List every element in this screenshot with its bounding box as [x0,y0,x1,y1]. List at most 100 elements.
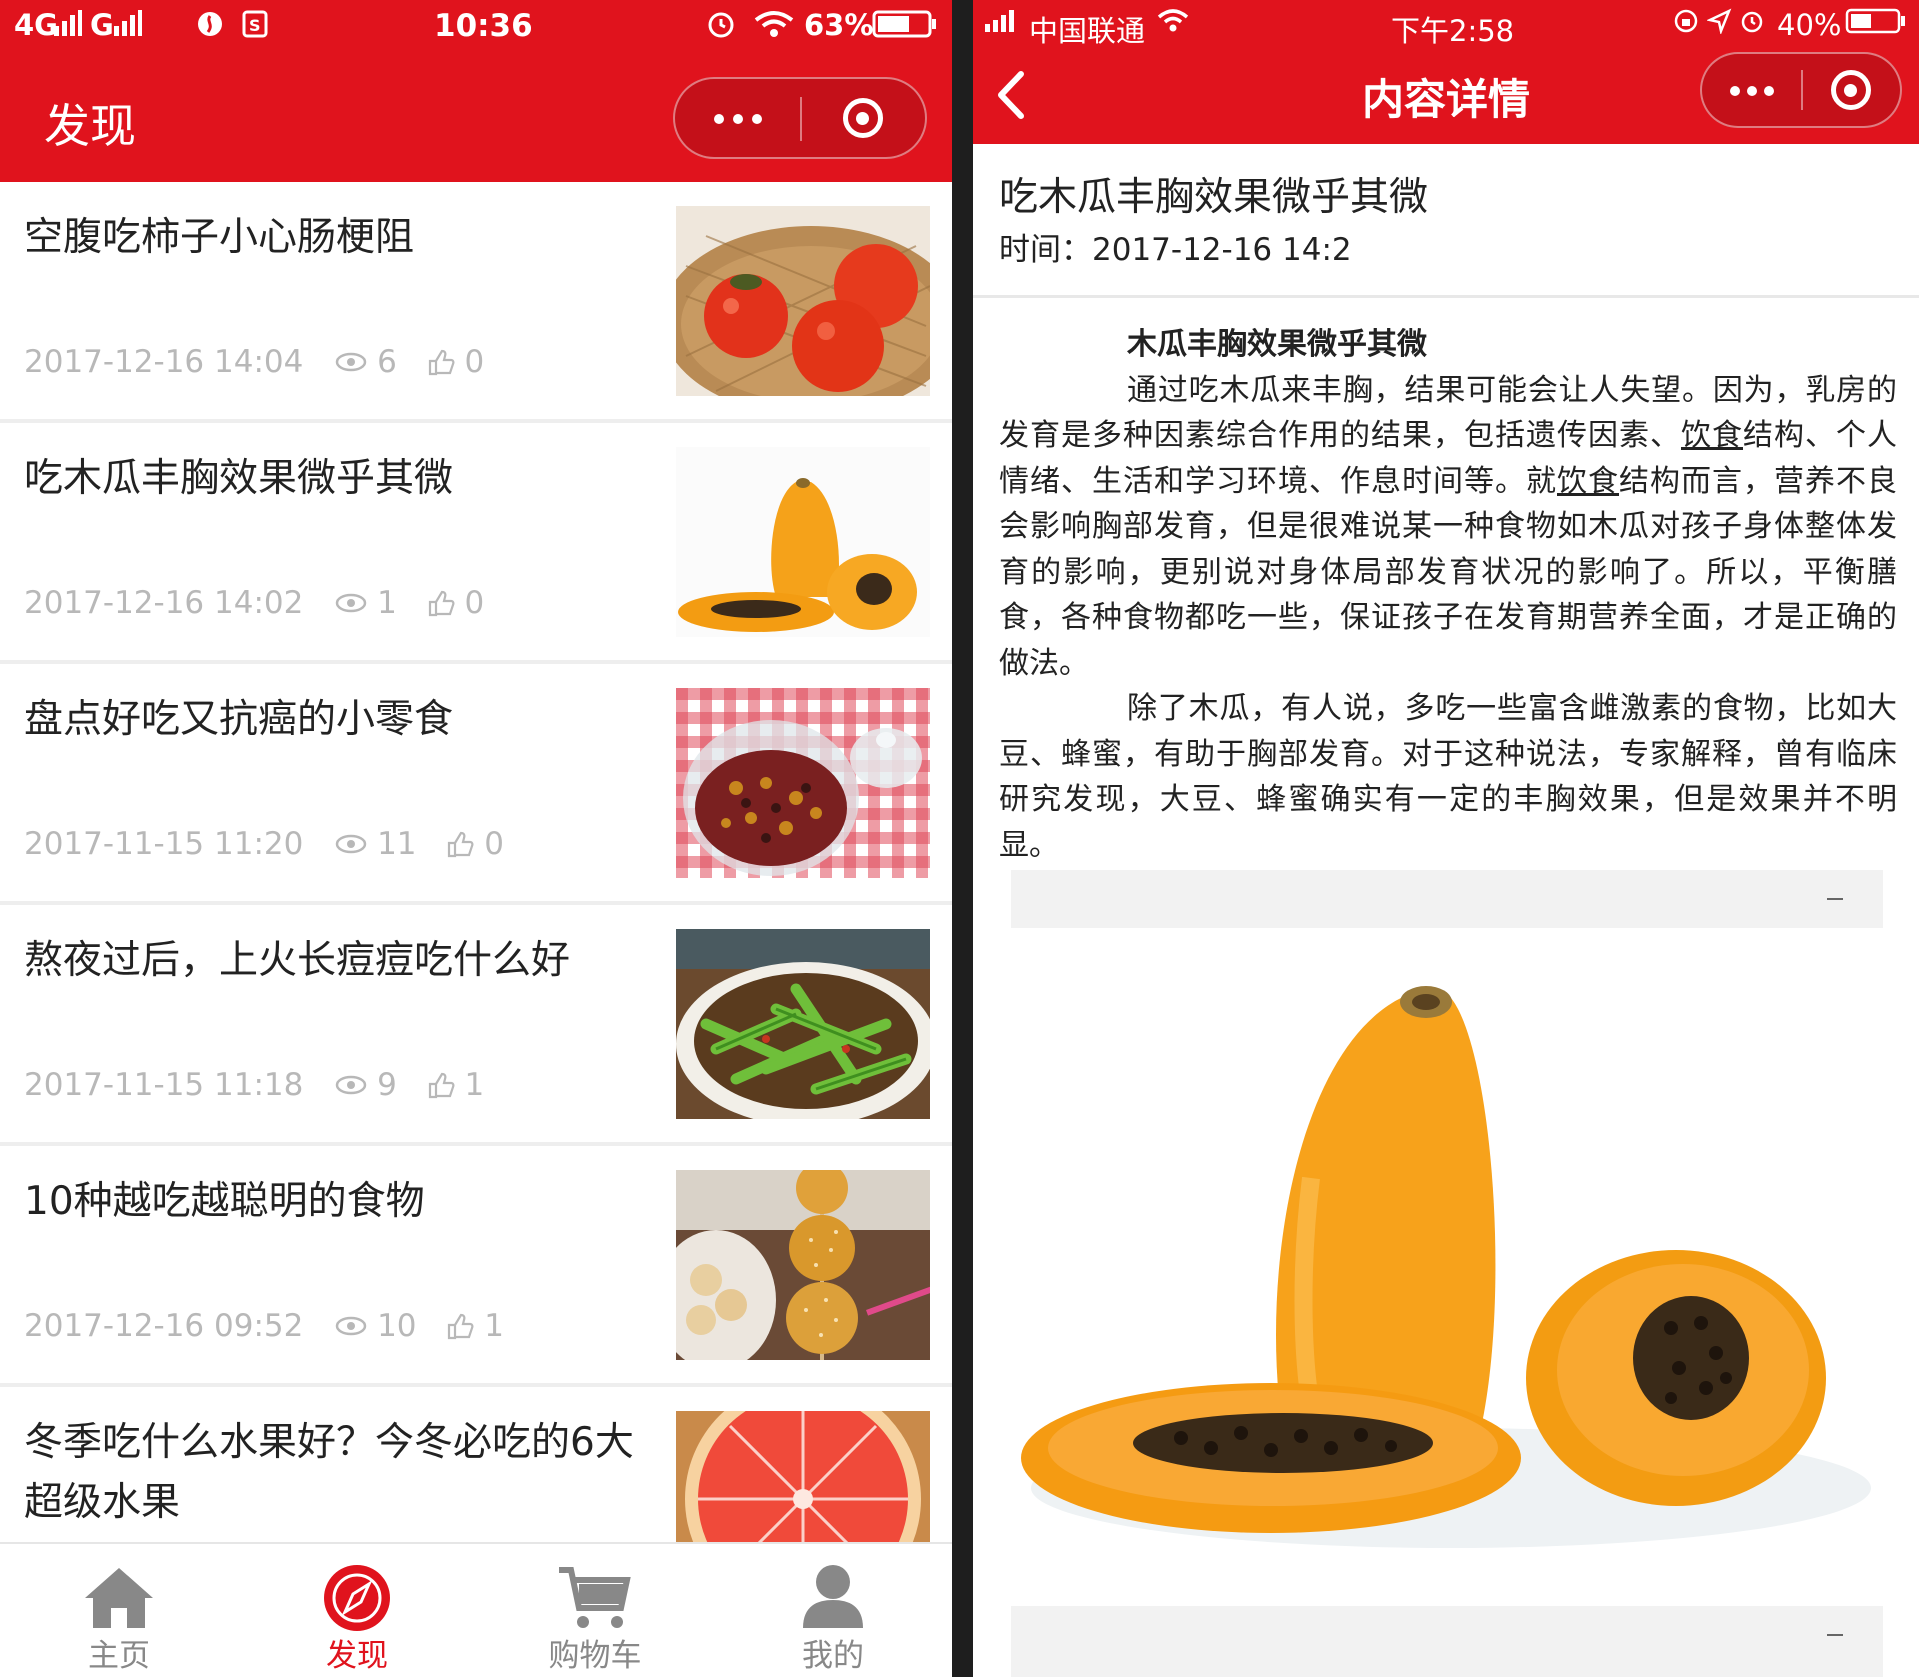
tab-label: 发现 [326,1638,388,1674]
eye-icon [335,1075,367,1094]
thumbnail-papaya [676,447,930,637]
lock-rotation-icon [1674,9,1698,33]
battery-icon [1845,8,1905,34]
article-image [1011,870,1883,1677]
article-body: 木瓜丰胸效果微乎其微 通过吃木瓜来丰胸，结果可能会让人失望。因为，乳房的发育是多… [999,322,1897,868]
nav-bar: 内容详情 [973,46,1919,144]
mini-program-capsule [673,77,927,159]
thumbs-up-icon [428,590,455,616]
article-item[interactable]: 吃木瓜丰胸效果微乎其微 2017-12-16 14:02 1 0 [0,423,952,664]
signal-icon [114,10,142,36]
close-button[interactable] [1801,54,1900,126]
thumbnail-grapefruit [676,1411,930,1542]
papaya-photo [1011,928,1883,1606]
article-date: 2017-12-16 14:02 [24,584,304,621]
more-dot-icon [1747,86,1757,96]
article-title: 冬季吃什么水果好？今冬必吃的6大超级水果 [24,1420,634,1525]
status-bar: 中国联通 下午2:58 40% [973,0,1919,48]
image-frame-bottom [1011,1606,1883,1677]
article-date: 2017-11-15 11:18 [24,1066,304,1103]
article-item[interactable]: 空腹吃柿子小心肠梗阻 2017-12-16 14:04 6 0 [0,182,952,423]
battery-percent: 40% [1777,8,1842,42]
tab-label: 购物车 [548,1638,642,1674]
article-meta: 2017-11-15 11:20 11 0 [24,824,504,862]
article-item[interactable]: 熬夜过后，上火长痘痘吃什么好 2017-11-15 11:18 9 1 [0,905,952,1146]
article-item[interactable]: 冬季吃什么水果好？今冬必吃的6大超级水果 [0,1387,952,1542]
tab-bar: 主页 发现 购物车 我的 [0,1542,952,1677]
thumbs-up-icon [428,349,455,375]
like-count: 1 [464,1066,485,1103]
like-count: 0 [464,584,485,621]
cart-icon [559,1567,631,1628]
tab-me[interactable]: 我的 [714,1544,952,1677]
tab-home[interactable]: 主页 [0,1544,238,1677]
signal-icon [985,10,1014,32]
thumbs-up-icon [448,831,474,857]
article-title: 熬夜过后，上火长痘痘吃什么好 [24,938,571,983]
diet-link[interactable]: 饮食 [1557,464,1619,499]
article-date: 2017-12-16 14:04 [24,343,304,380]
carrier-label: 中国联通 [1029,14,1146,48]
view-count: 10 [377,1307,417,1344]
article-meta: 2017-12-16 09:52 10 1 [24,1306,504,1344]
thumbnail-green-beans [676,929,930,1119]
close-button[interactable] [800,79,925,157]
view-count: 6 [377,343,397,380]
article-item[interactable]: 盘点好吃又抗癌的小零食 2017-11-15 11:20 11 0 [0,664,952,905]
view-count: 11 [377,825,417,862]
article-date: 2017-11-15 11:20 [24,825,304,862]
article-title: 10种越吃越聪明的食物 [24,1179,425,1224]
thumbnail-sesame-balls [676,1170,930,1360]
eye-icon [335,352,367,371]
more-button[interactable] [675,79,800,157]
target-dot-icon [1844,83,1857,97]
wifi-icon [1157,9,1189,32]
flame-icon [198,12,222,36]
tab-discover[interactable]: 发现 [238,1544,476,1677]
detail-screen: 中国联通 下午2:58 40% 内容详情 吃木瓜丰胸效果微乎其微 时间：2017… [973,0,1919,1677]
page-title: 发现 [44,99,136,153]
article-detail: 吃木瓜丰胸效果微乎其微 时间：2017-12-16 14:2 木瓜丰胸效果微乎其… [973,144,1919,1677]
detail-time: 时间：2017-12-16 14:2 [999,232,1352,268]
panel-gap [952,0,973,1677]
more-dot-icon [714,114,724,124]
diet-link[interactable]: 饮食 [1681,418,1743,453]
thumbnail-snack-jar [676,688,930,878]
like-count: 1 [484,1307,504,1344]
clock: 10:36 [434,8,533,44]
battery-icon [872,10,936,38]
article-date: 2017-12-16 09:52 [24,1307,304,1344]
tab-cart[interactable]: 购物车 [476,1544,714,1677]
more-button[interactable] [1702,54,1801,126]
detail-title: 吃木瓜丰胸效果微乎其微 [999,175,1429,220]
more-dot-icon [752,114,762,124]
more-dot-icon [733,114,743,124]
minus-icon [1827,1634,1843,1636]
status-bar: 4G G S 10:36 63% [0,0,952,52]
battery-percent: 63% [804,8,874,42]
wifi-icon [754,11,794,37]
thumbnail-persimmons [676,206,930,396]
user-icon [803,1565,863,1628]
svg-text:S: S [249,16,261,35]
discover-screen: 4G G S 10:36 63% 发现 空腹吃柿子小心肠梗阻 2017-12-1… [0,0,952,1677]
body-paragraph: 除了木瓜，有人说，多吃一些富含雌激素的食物，比如大豆、蜂蜜，有助于胸部发育。对于… [999,691,1897,863]
sim-icon: S [242,10,268,38]
clock: 下午2:58 [1391,14,1515,48]
network-label: 4G [14,8,58,42]
home-icon [85,1568,153,1628]
compass-icon [324,1565,390,1631]
eye-icon [335,834,367,853]
tab-label: 我的 [802,1638,864,1674]
article-title: 盘点好吃又抗癌的小零食 [24,697,454,742]
article-item[interactable]: 10种越吃越聪明的食物 2017-12-16 09:52 10 1 [0,1146,952,1387]
article-meta: 2017-12-16 14:02 1 0 [24,583,484,621]
view-count: 1 [377,584,397,621]
article-meta: 2017-12-16 14:04 6 0 [24,342,484,380]
nav-bar: 发现 [0,52,952,182]
article-list: 空腹吃柿子小心肠梗阻 2017-12-16 14:04 6 0 吃木瓜丰胸效果微… [0,182,952,1542]
image-frame-top [1011,870,1883,928]
body-heading: 木瓜丰胸效果微乎其微 [1127,327,1427,362]
signal-icon [54,10,82,36]
thumbs-up-icon [448,1313,474,1339]
